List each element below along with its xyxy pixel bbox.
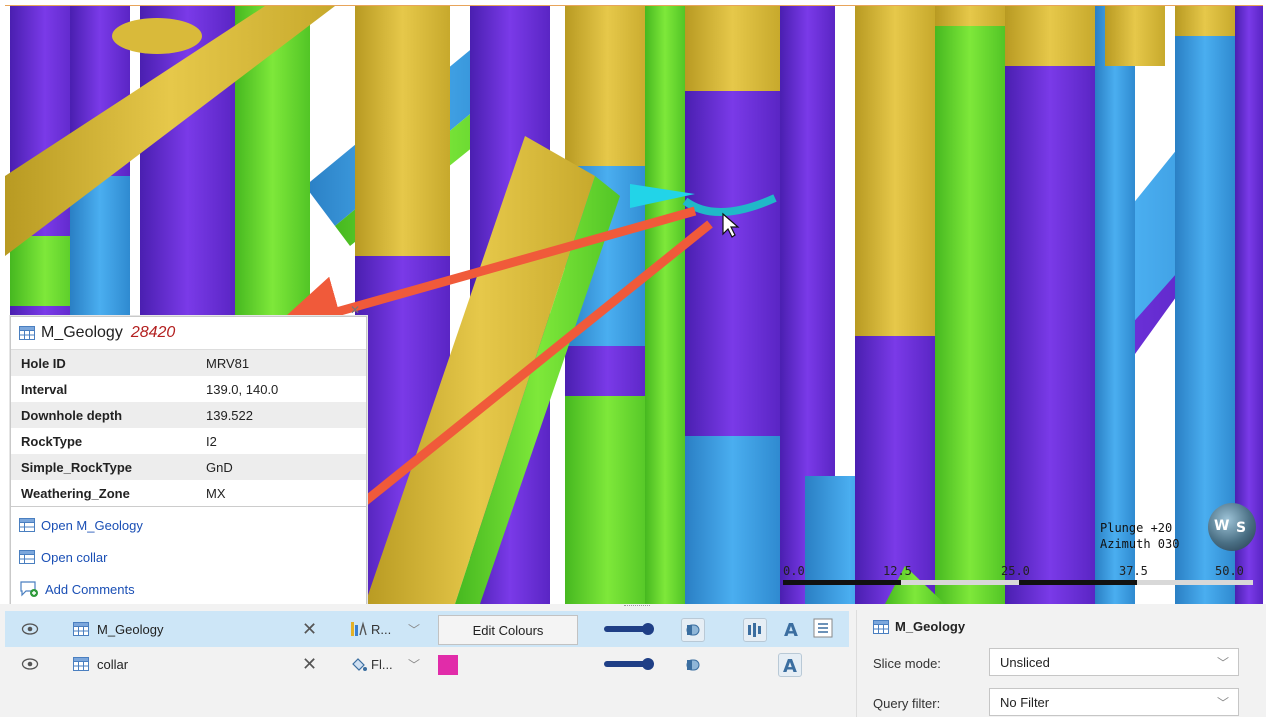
slice-mode-label: Slice mode: [873,656,941,671]
popup-close-icon[interactable]: ✕ [350,303,360,317]
opacity-slider[interactable] [604,658,656,670]
chevron-down-icon: ﹀ [1216,695,1229,710]
attribute-table: Hole ID MRV81 Interval 139.0, 140.0 Downho… [11,350,366,506]
clipping-toggle-icon[interactable] [681,618,705,642]
svg-text:A: A [784,620,798,639]
legend-bars-icon[interactable] [743,618,767,642]
properties-title: M_Geology [873,619,965,634]
plunge-readout: Plunge +20 [1100,521,1173,535]
open-table-link[interactable]: Open M_Geology [11,509,366,541]
chevron-down-icon[interactable]: ﹀ [408,621,420,638]
category-colour-icon [351,621,367,636]
label-text-icon[interactable]: A [778,653,802,677]
splitter-handle[interactable] [624,605,650,609]
scale-label: 12.5 [883,564,912,578]
popup-links: Open M_Geology Open collar Add Comments [11,506,366,604]
table-row: Hole ID MRV81 [11,350,366,376]
scene-viewport[interactable]: ✕ M_Geology 28420 Hole ID MRV81 Interval 1… [5,5,1263,605]
colour-mode-label[interactable]: Fl... [371,657,393,672]
slice-mode-select[interactable]: Unsliced ﹀ [989,648,1239,676]
add-comments-link[interactable]: Add Comments [11,573,366,604]
popup-title: M_Geology 28420 [11,317,366,350]
list-item-collar[interactable]: collar ✕ Fl... ﹀ A [5,646,849,682]
object-name: collar [97,656,129,672]
query-filter-select[interactable]: No Filter ﹀ [989,688,1239,716]
colour-swatch[interactable] [438,655,458,675]
compass-west-label: W [1214,518,1230,534]
open-collar-link[interactable]: Open collar [11,541,366,573]
chevron-down-icon: ﹀ [1216,655,1229,670]
table-row: Simple_RockType GnD [11,454,366,480]
table-icon [73,657,89,671]
label-text-icon[interactable]: A [781,619,801,639]
selection-info-popup: ✕ M_Geology 28420 Hole ID MRV81 Interval 1… [10,303,367,604]
table-icon [19,518,35,532]
paint-bucket-icon [352,658,367,671]
shown-objects-list: M_Geology ✕ R... ﹀ Edit Colours A collar… [5,610,849,717]
table-row: RockType I2 [21,433,217,449]
scale-label: 50.0 [1215,564,1244,578]
table-row: Interval 139.0, 140.0 [21,381,279,397]
scale-segment [1137,580,1253,585]
popup-table-name: M_Geology [41,324,123,341]
scale-bar: 0.0 12.5 25.0 37.5 50.0 [783,564,1253,590]
table-icon [19,550,35,564]
table-icon [73,622,89,636]
object-name: M_Geology [97,621,164,637]
azimuth-readout: Azimuth 030 [1100,537,1180,551]
scale-label: 25.0 [1001,564,1030,578]
opacity-slider[interactable] [604,623,656,635]
clipping-toggle-icon[interactable] [682,654,704,676]
table-row: Downhole depth 139.522 [11,402,366,428]
table-icon [873,619,889,634]
eye-icon[interactable] [21,655,39,673]
scale-segment [783,580,901,585]
scale-segment [901,580,1019,585]
properties-panel: M_Geology Slice mode: Unsliced ﹀ Query f… [856,610,1266,717]
svg-text:A: A [783,656,797,676]
scale-segment [1019,580,1137,585]
remove-icon[interactable]: ✕ [302,619,317,640]
legend-list-icon[interactable] [813,618,833,638]
edit-colours-button[interactable]: Edit Colours [438,615,578,645]
scale-label: 0.0 [783,564,805,578]
compass-globe-icon[interactable]: W S [1208,503,1256,551]
table-row: Weathering_Zone MX [21,485,226,501]
compass-south-label: S [1236,520,1247,536]
chevron-down-icon[interactable]: ﹀ [408,656,420,673]
popup-record-id: 28420 [130,324,176,341]
table-icon [19,326,35,340]
remove-icon[interactable]: ✕ [302,654,317,675]
colour-mode-label[interactable]: R... [371,622,391,637]
comment-icon [20,581,38,597]
camera-orientation: Plunge +20 Azimuth 030 [1100,520,1179,552]
eye-icon[interactable] [21,620,39,638]
list-item-m-geology[interactable]: M_Geology ✕ R... ﹀ Edit Colours A [5,611,849,647]
query-filter-label: Query filter: [873,696,941,711]
scale-label: 37.5 [1119,564,1148,578]
